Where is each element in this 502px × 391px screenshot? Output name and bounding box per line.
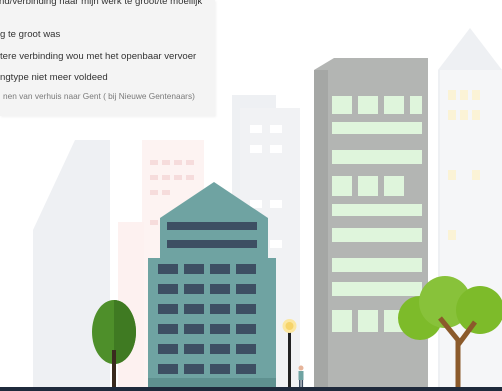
survey-option[interactable]: nd/verbinding naar mijn werk te groot/te… [0,0,202,8]
right-building [440,70,502,387]
pedestrian [298,365,304,387]
survey-options-panel: nd/verbinding naar mijn werk te groot/te… [0,0,215,116]
survey-option[interactable]: ngtype niet meer voldeed [0,72,108,84]
survey-option[interactable]: g te groot was [0,29,60,41]
survey-option[interactable]: tere verbinding wou met het openbaar ver… [0,51,196,63]
survey-option-subtext: nen van verhuis naar Gent ( bij Nieuwe G… [3,91,195,101]
bottom-bar [0,387,502,391]
